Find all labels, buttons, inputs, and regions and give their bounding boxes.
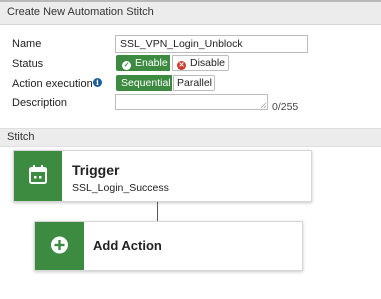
plus-circle-icon xyxy=(51,236,68,254)
calendar-icon xyxy=(29,165,47,184)
description-textarea[interactable] xyxy=(115,94,268,110)
status-disable-label: Disable xyxy=(190,57,226,69)
status-enable-button[interactable]: ✓ Enable xyxy=(116,55,170,71)
dialog-title: Create New Automation Stitch xyxy=(7,6,154,18)
stitch-section-header: Stitch xyxy=(0,128,381,147)
action-execution-label: Action execution xyxy=(12,78,93,90)
info-icon[interactable]: i xyxy=(93,78,102,87)
resize-grip-icon[interactable] xyxy=(261,103,266,108)
name-input[interactable] xyxy=(115,35,308,53)
trigger-title: Trigger xyxy=(72,162,120,178)
status-enable-label: Enable xyxy=(135,57,168,69)
name-label: Name xyxy=(12,38,42,50)
exec-sequential-label: Sequential xyxy=(121,77,171,89)
action-icon-panel xyxy=(35,222,84,270)
description-char-counter: 0/255 xyxy=(272,101,299,113)
dialog-titlebar: Create New Automation Stitch xyxy=(0,2,381,25)
description-label: Description xyxy=(12,97,68,109)
check-circle-icon: ✓ xyxy=(122,61,131,70)
exec-parallel-button[interactable]: Parallel xyxy=(173,75,215,91)
status-disable-button[interactable]: ✕ Disable xyxy=(172,55,229,71)
add-action-card[interactable]: Add Action xyxy=(34,221,303,271)
trigger-icon-panel xyxy=(14,151,62,201)
stitch-section-label: Stitch xyxy=(7,131,35,143)
stitch-connector xyxy=(157,202,158,221)
exec-sequential-button[interactable]: Sequential xyxy=(116,75,172,91)
trigger-card[interactable]: Trigger SSL_Login_Success xyxy=(13,150,312,202)
add-action-label: Add Action xyxy=(93,238,162,253)
exec-parallel-label: Parallel xyxy=(177,77,213,89)
status-label: Status xyxy=(12,58,44,70)
x-circle-icon: ✕ xyxy=(177,61,186,70)
trigger-name: SSL_Login_Success xyxy=(72,182,169,194)
